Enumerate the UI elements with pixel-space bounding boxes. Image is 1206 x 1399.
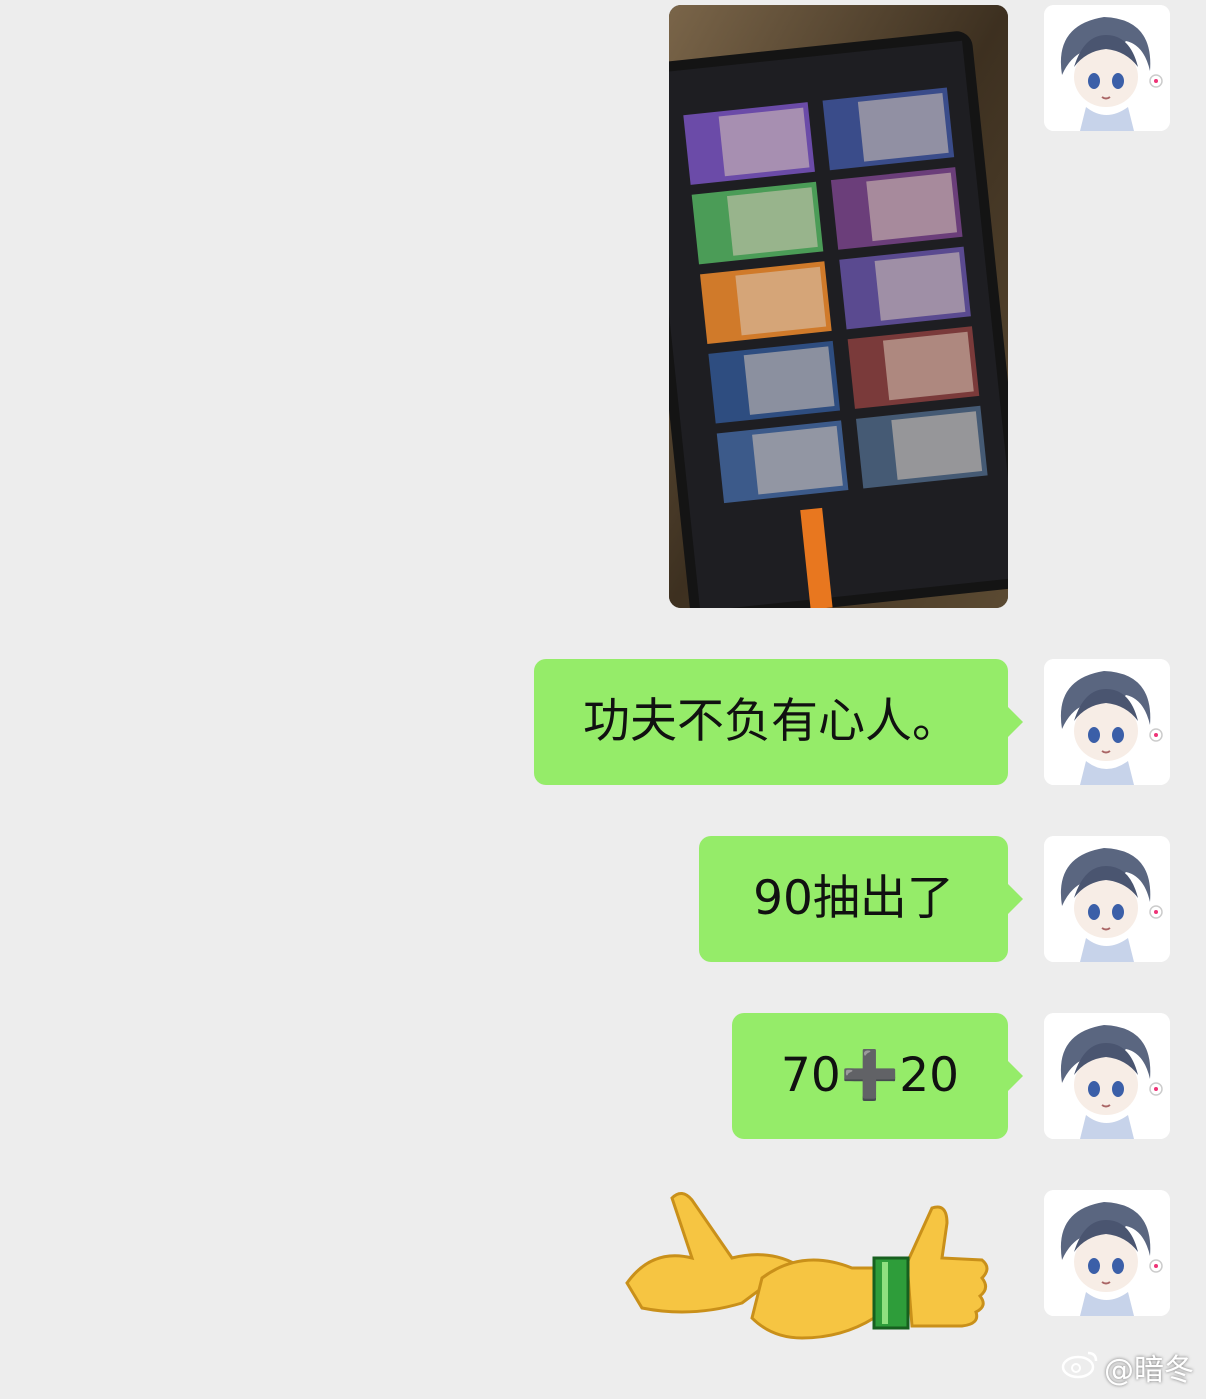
weibo-icon — [1060, 1347, 1100, 1387]
gacha-card-art — [857, 93, 949, 162]
gacha-card-art — [866, 172, 958, 242]
gacha-card-art — [718, 107, 810, 177]
gacha-card-art — [891, 411, 983, 480]
message-text: 70➕20 — [780, 1048, 960, 1103]
avatar[interactable] — [1044, 5, 1170, 131]
gacha-card-art — [735, 266, 827, 336]
message-text: 功夫不负有心人。 — [583, 694, 959, 749]
gacha-card-art — [882, 331, 974, 401]
anime-avatar-icon — [1044, 5, 1170, 131]
watermark-text: @暗冬 — [1104, 1353, 1194, 1388]
anime-avatar-icon — [1044, 836, 1170, 962]
gacha-card-art — [874, 252, 966, 321]
avatar[interactable] — [1044, 1013, 1170, 1139]
message-bubble[interactable]: 90抽出了 — [699, 836, 1023, 962]
gacha-card-art — [752, 425, 843, 495]
message-bubble[interactable]: 70➕20 — [732, 1013, 1023, 1139]
avatar[interactable] — [1044, 836, 1170, 962]
anime-avatar-icon — [1044, 1013, 1170, 1139]
photo-message[interactable] — [669, 5, 1008, 608]
anime-avatar-icon — [1044, 1190, 1170, 1316]
handshake-thumbs-up-sticker[interactable] — [612, 1188, 990, 1358]
message-text: 90抽出了 — [753, 871, 954, 926]
watermark: @暗冬 — [1060, 1345, 1194, 1389]
anime-avatar-icon — [1044, 659, 1170, 785]
message-bubble[interactable]: 功夫不负有心人。 — [534, 659, 1023, 785]
avatar[interactable] — [1044, 1190, 1170, 1316]
gacha-card-art — [743, 346, 835, 415]
avatar[interactable] — [1044, 659, 1170, 785]
gacha-card-art — [727, 187, 818, 256]
